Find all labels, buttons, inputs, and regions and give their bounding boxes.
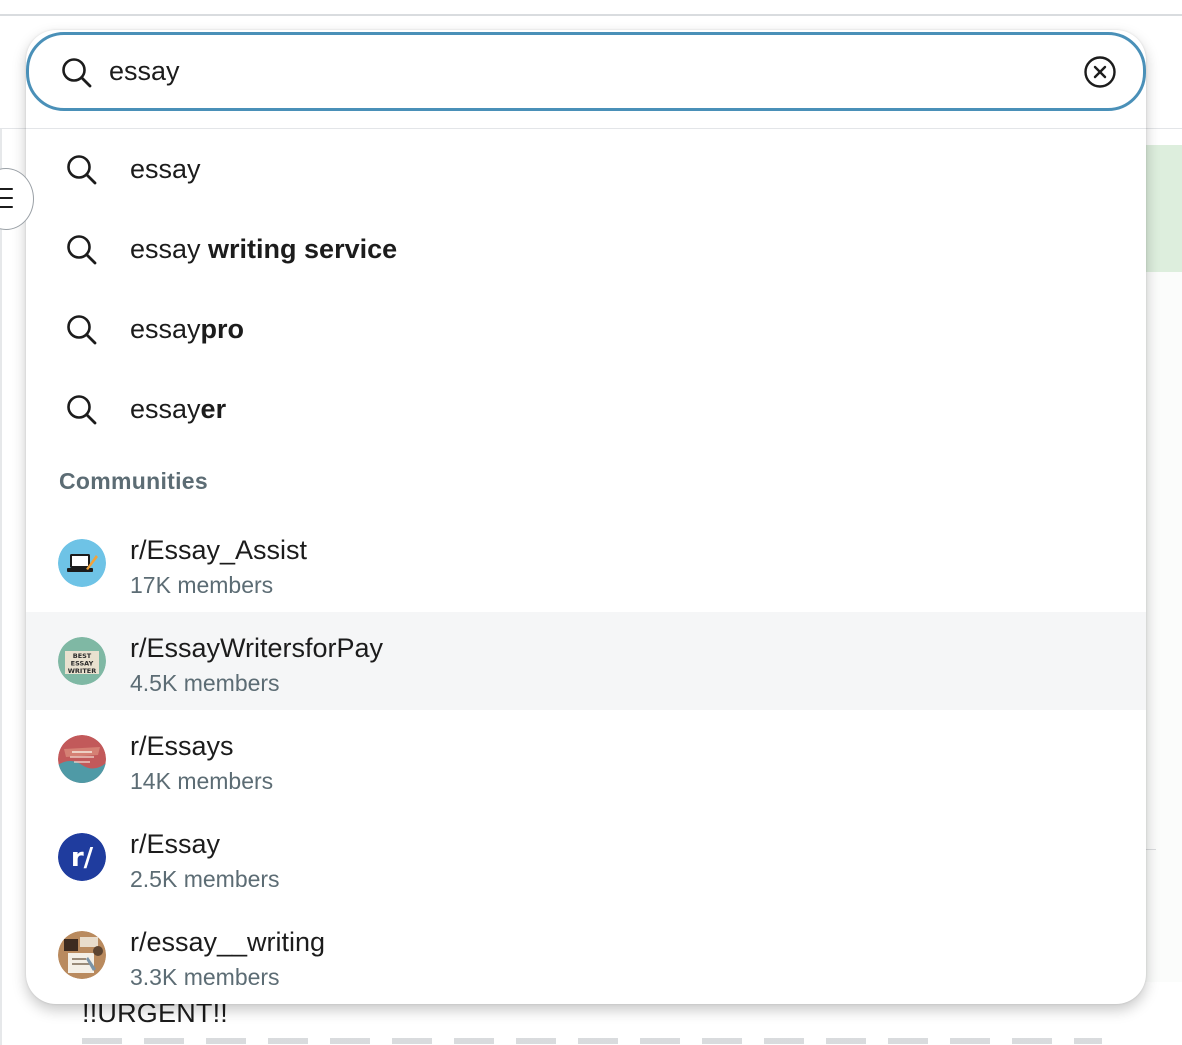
search-input[interactable] xyxy=(109,49,1049,93)
community-members: 17K members xyxy=(130,572,274,598)
community-item-essay[interactable]: r/ r/Essay 2.5K members xyxy=(26,808,1146,906)
community-members: 4.5K members xyxy=(130,670,280,696)
community-item-essays[interactable]: r/Essays 14K members xyxy=(26,710,1146,808)
search-dropdown: essay essay writing service essaypro ess… xyxy=(26,30,1146,1004)
community-name: r/Essays xyxy=(130,731,234,761)
suggestion-item[interactable]: essaypro xyxy=(26,290,1146,370)
community-avatar xyxy=(58,539,106,587)
search-icon xyxy=(66,234,98,271)
hamburger-icon xyxy=(0,188,13,208)
search-icon xyxy=(66,314,98,351)
clear-search-button[interactable] xyxy=(1083,55,1117,89)
dropdown-divider xyxy=(26,128,1146,129)
search-icon xyxy=(66,154,98,191)
community-name: r/Essay xyxy=(130,829,221,859)
desk-photo-icon xyxy=(58,931,106,979)
community-members: 14K members xyxy=(130,768,274,794)
suggestion-label: essayer xyxy=(130,394,227,424)
community-avatar: r/ xyxy=(58,833,106,881)
avatar-sign-line-3: WRITER xyxy=(68,667,96,675)
suggestion-item[interactable]: essayer xyxy=(26,370,1146,450)
laptop-icon xyxy=(58,539,106,587)
community-members: 2.5K members xyxy=(130,866,280,892)
page-left-border xyxy=(0,129,2,1045)
community-avatar xyxy=(58,735,106,783)
community-name: r/essay__writing xyxy=(130,927,326,957)
post-body-preview xyxy=(82,1038,1102,1044)
suggestion-label: essaypro xyxy=(130,314,245,344)
reddit-default-icon: r/ xyxy=(58,833,106,881)
suggestion-label: essay xyxy=(130,154,201,184)
suggestion-item[interactable]: essay writing service xyxy=(26,210,1146,290)
search-icon xyxy=(66,394,98,431)
communities-heading: Communities xyxy=(59,468,208,494)
search-box[interactable] xyxy=(26,32,1146,111)
suggestion-label: essay writing service xyxy=(130,234,398,264)
top-divider xyxy=(0,14,1182,16)
community-name: r/Essay_Assist xyxy=(130,535,308,565)
suggestion-item[interactable]: essay xyxy=(26,130,1146,210)
community-item-essay-assist[interactable]: r/Essay_Assist 17K members xyxy=(26,514,1146,612)
community-avatar xyxy=(58,931,106,979)
search-icon xyxy=(61,57,93,94)
community-members: 3.3K members xyxy=(130,964,280,990)
community-item-essay-writing[interactable]: r/essay__writing 3.3K members xyxy=(26,906,1146,1004)
community-item-essaywritersforpay[interactable]: BEST ESSAY WRITER r/EssayWritersforPay 4… xyxy=(26,612,1146,710)
community-name: r/EssayWritersforPay xyxy=(130,633,384,663)
community-avatar: BEST ESSAY WRITER xyxy=(58,637,106,685)
avatar-letter: r/ xyxy=(71,843,94,873)
essay-sign-icon: BEST ESSAY WRITER xyxy=(58,637,106,685)
collage-icon xyxy=(58,735,106,783)
clear-icon xyxy=(1084,56,1116,88)
